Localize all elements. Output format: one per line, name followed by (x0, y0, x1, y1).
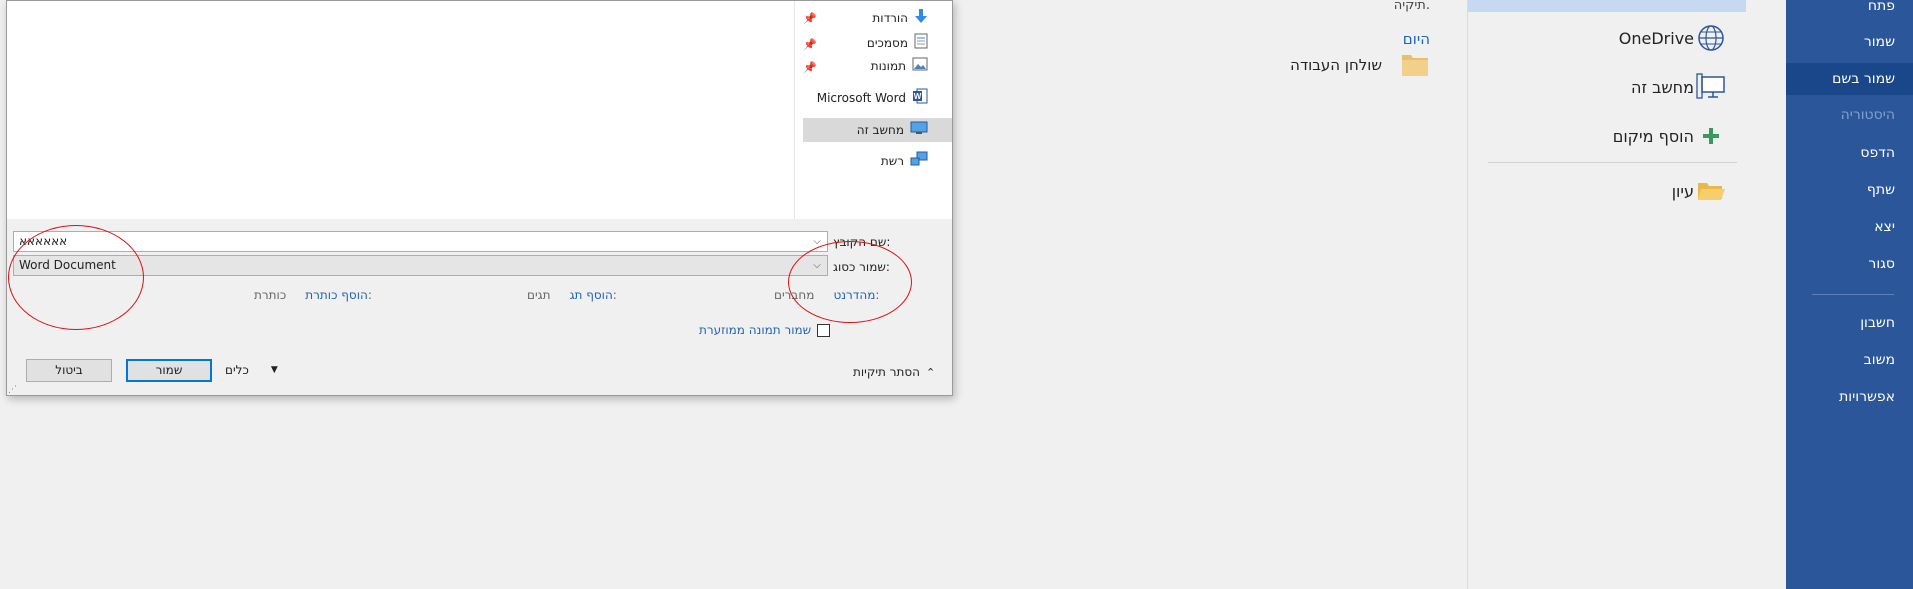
word-app-icon: W (912, 88, 928, 108)
nav-print[interactable]: הדפס (1860, 145, 1895, 161)
dialog-nav-pane: 📌 הורדות 📌 מסמכים 📌 תמונות Microsoft Wor… (794, 1, 952, 219)
nav-label: Microsoft Word (816, 91, 906, 105)
caret-down-icon: ▼ (270, 365, 278, 375)
save-type-value: Word Document (19, 258, 116, 272)
computer-icon (1694, 70, 1728, 104)
pin-icon: 📌 (803, 38, 817, 51)
nav-label: תמונות (870, 59, 906, 73)
title-value[interactable]: הוסף כותרת (305, 288, 368, 302)
chevron-down-icon[interactable]: ⌵ (809, 232, 825, 251)
title-field: הוסף כותרת כותרת: (254, 288, 372, 302)
selected-place-highlight (1468, 0, 1746, 12)
pictures-icon (912, 57, 928, 75)
nav-network[interactable]: רשת (881, 151, 928, 171)
thumbnail-label: שמור תמונה ממוזערת (699, 323, 812, 337)
place-browse[interactable]: עיון (1660, 174, 1728, 208)
nav-downloads[interactable]: הורדות (872, 8, 928, 28)
save-thumbnail-checkbox[interactable]: שמור תמונה ממוזערת (699, 323, 831, 337)
recent-hint: תיקיה. (1393, 0, 1430, 13)
nav-save-as[interactable]: שמור בשם (1786, 63, 1913, 95)
hide-folders-toggle[interactable]: הסתר תיקיות ⌃ (853, 365, 935, 379)
chevron-down-icon[interactable]: ⌵ (809, 256, 825, 275)
folder-icon (1390, 52, 1430, 78)
nav-close[interactable]: סגור (1868, 256, 1895, 272)
tools-label: כלים (225, 363, 249, 377)
nav-label: רשת (880, 154, 904, 168)
nav-feedback[interactable]: משוב (1864, 352, 1895, 368)
nav-save[interactable]: שמור (1864, 34, 1895, 50)
nav-label: מסמכים (866, 36, 908, 50)
network-icon (910, 151, 928, 171)
file-list-area[interactable] (7, 1, 794, 219)
place-add-location[interactable]: הוסף מיקום (1601, 119, 1728, 153)
folder-open-icon (1694, 174, 1728, 208)
filename-input[interactable]: ⌵ אאאאאא (13, 231, 828, 252)
nav-account[interactable]: חשבון (1860, 315, 1895, 331)
nav-export[interactable]: יצא (1874, 219, 1895, 235)
save-type-label: שמור כסוג: (833, 260, 890, 274)
svg-text:W: W (914, 92, 922, 101)
chevron-up-icon: ⌃ (926, 365, 936, 379)
nav-this-pc[interactable]: מחשב זה (803, 118, 952, 142)
backstage-nav: פתח שמור שמור בשם היסטוריה הדפס שתף יצא … (1786, 0, 1913, 589)
filename-label: שם הקובץ: (833, 235, 891, 249)
tags-value[interactable]: הוסף תג (570, 288, 613, 302)
word-backstage-save-as: פתח שמור שמור בשם היסטוריה הדפס שתף יצא … (0, 0, 1913, 589)
nav-history: היסטוריה (1840, 107, 1895, 123)
nav-share[interactable]: שתף (1867, 182, 1895, 198)
place-label: הוסף מיקום (1612, 126, 1694, 146)
authors-value[interactable]: מהדרנט (833, 288, 875, 302)
nav-divider (1812, 294, 1894, 295)
tools-dropdown[interactable]: כלים ▼ (225, 363, 278, 377)
save-button[interactable]: שמור (126, 359, 212, 382)
resize-grip-icon[interactable]: ⋰ (8, 385, 17, 395)
authors-field: מהדרנט מחברים: (774, 288, 879, 302)
places-divider (1488, 162, 1737, 163)
nav-options[interactable]: אפשרויות (1839, 389, 1895, 405)
pin-icon: 📌 (803, 12, 817, 25)
nav-microsoft-word[interactable]: Microsoft Word W (817, 88, 928, 108)
save-as-places: OneDrive מחשב זה הוסף מיקום עיון (1467, 0, 1786, 589)
place-this-pc[interactable]: מחשב זה (1619, 70, 1728, 104)
filename-value: אאאאאא (19, 234, 68, 248)
nav-open[interactable]: פתח (1868, 0, 1895, 14)
nav-label: מחשב זה (856, 123, 904, 137)
checkbox-box[interactable] (817, 323, 831, 337)
nav-documents[interactable]: מסמכים (867, 33, 928, 53)
pin-icon: 📌 (803, 61, 817, 74)
nav-label: הורדות (872, 11, 908, 25)
documents-icon (914, 33, 928, 53)
recent-folder-desktop[interactable]: שולחן העבודה (1290, 52, 1430, 78)
place-label: עיון (1671, 181, 1694, 201)
computer-icon (910, 121, 928, 139)
hide-folders-label: הסתר תיקיות (853, 365, 921, 379)
place-label: OneDrive (1618, 28, 1694, 48)
recent-section-today: היום (1402, 30, 1430, 48)
download-icon (914, 8, 928, 28)
globe-icon (1694, 21, 1728, 55)
place-onedrive[interactable]: OneDrive (1607, 21, 1728, 55)
save-type-select[interactable]: Word Document ⌵ (13, 255, 828, 276)
cancel-button[interactable]: ביטול (26, 359, 112, 382)
plus-icon (1694, 119, 1728, 153)
save-as-dialog: 📌 הורדות 📌 מסמכים 📌 תמונות Microsoft Wor… (6, 0, 953, 396)
place-label: מחשב זה (1631, 77, 1694, 97)
tags-field: הוסף תג תגים: (527, 288, 617, 302)
nav-pictures[interactable]: תמונות (871, 56, 928, 76)
folder-label: שולחן העבודה (1290, 56, 1382, 74)
